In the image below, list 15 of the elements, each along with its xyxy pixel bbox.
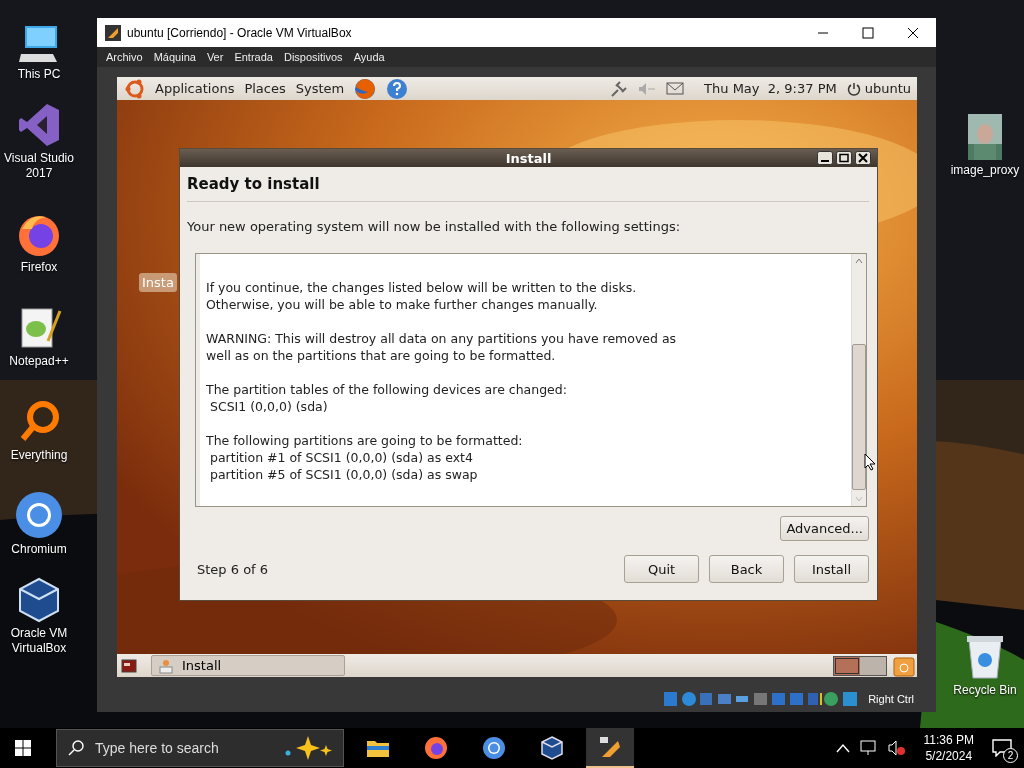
app-icon[interactable] <box>598 735 622 759</box>
chevron-up-icon[interactable] <box>835 743 850 753</box>
cube-icon[interactable] <box>541 736 563 760</box>
clock-date[interactable]: 5/2/2024 <box>925 748 973 764</box>
search-field[interactable]: Type here to search <box>56 729 344 767</box>
clock-time[interactable]: 11:36 PM <box>923 732 974 748</box>
folder-icon[interactable] <box>366 738 390 758</box>
fox-globe-icon[interactable] <box>424 736 448 760</box>
search-icon <box>68 740 84 756</box>
muted-speaker-icon[interactable] <box>887 740 906 756</box>
notification-icon[interactable] <box>992 739 1012 757</box>
chromium-icon[interactable] <box>482 736 506 760</box>
windows-start-icon[interactable] <box>15 740 31 756</box>
network-icon[interactable] <box>859 740 878 756</box>
notification-count: 2 <box>1003 748 1018 763</box>
